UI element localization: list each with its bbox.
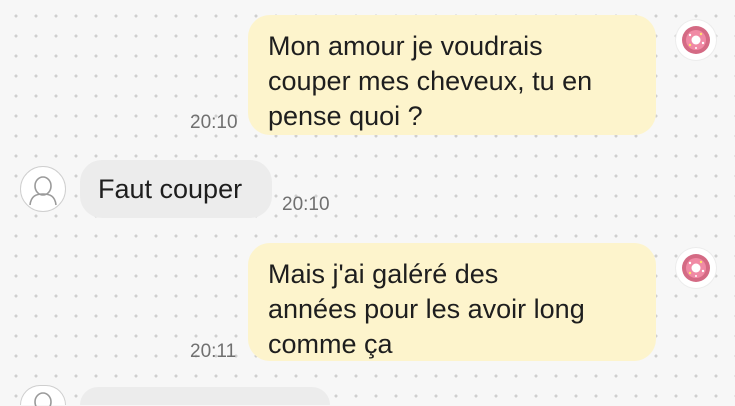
incoming-message-bubble[interactable] [80, 387, 330, 405]
donut-avatar-icon [682, 26, 710, 54]
user-silhouette-icon [34, 391, 52, 406]
donut-avatar-icon [682, 254, 710, 282]
message-timestamp: 20:11 [190, 341, 237, 362]
message-text-line: Faut couper [98, 174, 243, 204]
outgoing-message-bubble[interactable]: Mon amour je voudrais couper mes cheveux… [248, 15, 656, 135]
message-text-line: couper mes cheveux, tu en [268, 66, 593, 96]
user-silhouette-icon [29, 176, 57, 206]
message-timestamp: 20:10 [282, 194, 330, 215]
message-text-line: années pour les avoir long [268, 294, 585, 324]
contact-avatar[interactable] [20, 166, 66, 212]
message-timestamp: 20:10 [190, 112, 238, 133]
my-avatar[interactable] [676, 20, 716, 60]
message-text-line: comme ça [268, 329, 393, 359]
message-text-line: Mais j'ai galéré des [268, 259, 499, 289]
outgoing-message-bubble[interactable]: Mais j'ai galéré des années pour les avo… [248, 243, 656, 361]
incoming-message-bubble[interactable]: Faut couper [80, 160, 272, 218]
my-avatar[interactable] [676, 248, 716, 288]
contact-avatar[interactable] [20, 385, 66, 406]
message-text-line: Mon amour je voudrais [268, 31, 543, 61]
message-text-line: pense quoi ? [268, 101, 423, 131]
